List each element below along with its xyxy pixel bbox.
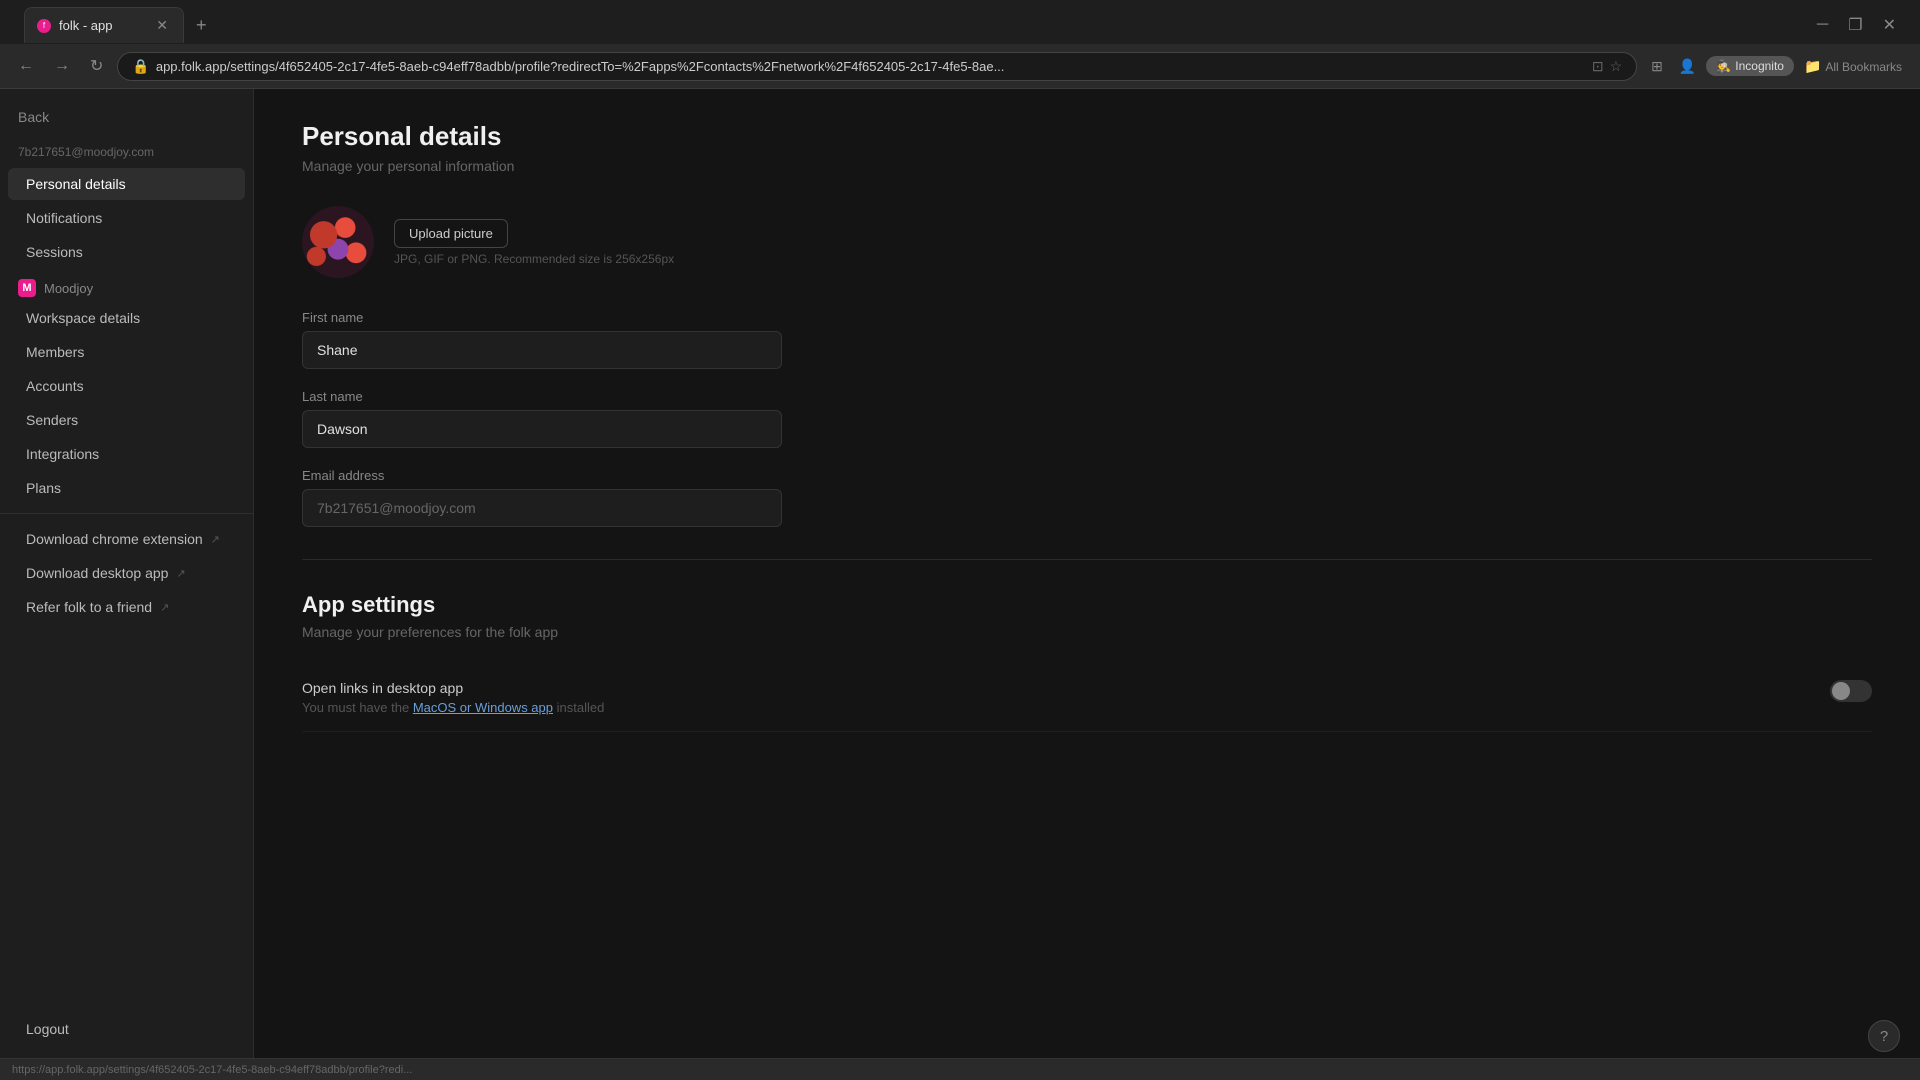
active-tab[interactable]: f folk - app ✕ [24,7,184,43]
sidebar-email: 7b217651@moodjoy.com [0,141,253,167]
upload-picture-button[interactable]: Upload picture [394,219,508,248]
workspace-badge: M [18,279,36,297]
avatar-hint: JPG, GIF or PNG. Recommended size is 256… [394,252,674,266]
bookmarks-folder-icon: 📁 [1804,58,1821,74]
restore-button[interactable]: ❐ [1840,11,1870,39]
first-name-label: First name [302,310,782,325]
status-bar: https://app.folk.app/settings/4f652405-2… [0,1058,1920,1080]
open-links-name: Open links in desktop app [302,680,604,696]
incognito-badge: 🕵 Incognito [1706,56,1794,76]
window-controls: ─ ❐ ✕ [1809,11,1912,39]
address-text: app.folk.app/settings/4f652405-2c17-4fe5… [156,59,1586,74]
last-name-input[interactable] [302,410,782,448]
sidebar-item-workspace-details[interactable]: Workspace details [8,302,245,334]
back-button[interactable]: ← [12,53,40,79]
back-link[interactable]: Back [0,101,253,133]
main-layout: Back 7b217651@moodjoy.com Personal detai… [0,89,1920,1058]
open-links-desc: You must have the MacOS or Windows app i… [302,700,604,715]
external-link-icon-chrome: ↗ [211,533,220,546]
sidebar-item-senders[interactable]: Senders [8,404,245,436]
main-content: Personal details Manage your personal in… [254,89,1920,1058]
app-settings-title: App settings [302,592,1872,618]
address-bar[interactable]: 🔒 app.folk.app/settings/4f652405-2c17-4f… [117,52,1637,81]
forward-button[interactable]: → [48,53,76,79]
tab-favicon: f [37,19,51,33]
avatar [302,206,374,278]
open-links-setting-row: Open links in desktop app You must have … [302,664,1872,732]
sidebar-item-accounts[interactable]: Accounts [8,370,245,402]
tab-title: folk - app [59,18,145,33]
sidebar-item-notifications[interactable]: Notifications [8,202,245,234]
tab-back-nav[interactable]: ​ [8,12,20,38]
help-button[interactable]: ? [1868,1020,1900,1052]
sidebar-item-personal-details[interactable]: Personal details [8,168,245,200]
sidebar-item-sessions[interactable]: Sessions [8,236,245,268]
cast-icon: ⊡ [1592,58,1604,75]
first-name-field-group: First name [302,310,782,369]
open-links-info: Open links in desktop app You must have … [302,680,604,715]
last-name-field-group: Last name [302,389,782,448]
workspace-section-header: M Moodjoy [0,269,253,301]
tab-bar: ​ f folk - app ✕ + ─ ❐ ✕ [0,0,1920,44]
toolbar-icons: ⊞ 👤 🕵 Incognito 📁 All Bookmarks [1645,54,1908,79]
open-links-toggle[interactable] [1830,680,1872,702]
email-field-group: Email address [302,468,782,527]
first-name-input[interactable] [302,331,782,369]
page-subtitle: Manage your personal information [302,158,1872,174]
workspace-name: Moodjoy [44,281,93,296]
app-settings-subtitle: Manage your preferences for the folk app [302,624,1872,640]
bookmarks-button[interactable]: 📁 All Bookmarks [1798,54,1908,79]
toggle-knob [1832,682,1850,700]
sidebar: Back 7b217651@moodjoy.com Personal detai… [0,89,254,1058]
close-window-button[interactable]: ✕ [1875,11,1904,39]
email-label: Email address [302,468,782,483]
last-name-label: Last name [302,389,782,404]
external-link-icon-desktop: ↗ [176,567,185,580]
sidebar-item-plans[interactable]: Plans [8,472,245,504]
address-bar-row: ← → ↻ 🔒 app.folk.app/settings/4f652405-2… [0,44,1920,88]
profile-button[interactable]: 👤 [1673,54,1702,79]
sidebar-item-integrations[interactable]: Integrations [8,438,245,470]
sidebar-divider [0,513,253,514]
address-bar-icons: ⊡ ☆ [1592,58,1622,75]
avatar-section: Upload picture JPG, GIF or PNG. Recommen… [302,206,1872,278]
sidebar-item-download-chrome[interactable]: Download chrome extension ↗ [8,523,245,555]
email-input [302,489,782,527]
macos-windows-link[interactable]: MacOS or Windows app [413,700,553,715]
status-url: https://app.folk.app/settings/4f652405-2… [12,1064,412,1076]
tab-close-button[interactable]: ✕ [153,16,171,35]
incognito-icon: 🕵 [1716,59,1731,73]
section-divider [302,559,1872,560]
sidebar-item-refer[interactable]: Refer folk to a friend ↗ [8,591,245,623]
sidebar-item-download-desktop[interactable]: Download desktop app ↗ [8,557,245,589]
form-section: First name Last name Email address [302,310,782,527]
sidebar-item-logout[interactable]: Logout [8,1013,245,1045]
avatar-upload-area: Upload picture JPG, GIF or PNG. Recommen… [394,219,674,266]
reload-button[interactable]: ↻ [84,52,109,80]
bookmark-icon: ☆ [1610,58,1623,75]
minimize-button[interactable]: ─ [1809,11,1836,39]
external-link-icon-refer: ↗ [160,601,169,614]
new-tab-button[interactable]: + [188,11,215,40]
extensions-button[interactable]: ⊞ [1645,54,1669,79]
lock-icon: 🔒 [132,58,149,75]
sidebar-item-members[interactable]: Members [8,336,245,368]
page-title: Personal details [302,121,1872,152]
